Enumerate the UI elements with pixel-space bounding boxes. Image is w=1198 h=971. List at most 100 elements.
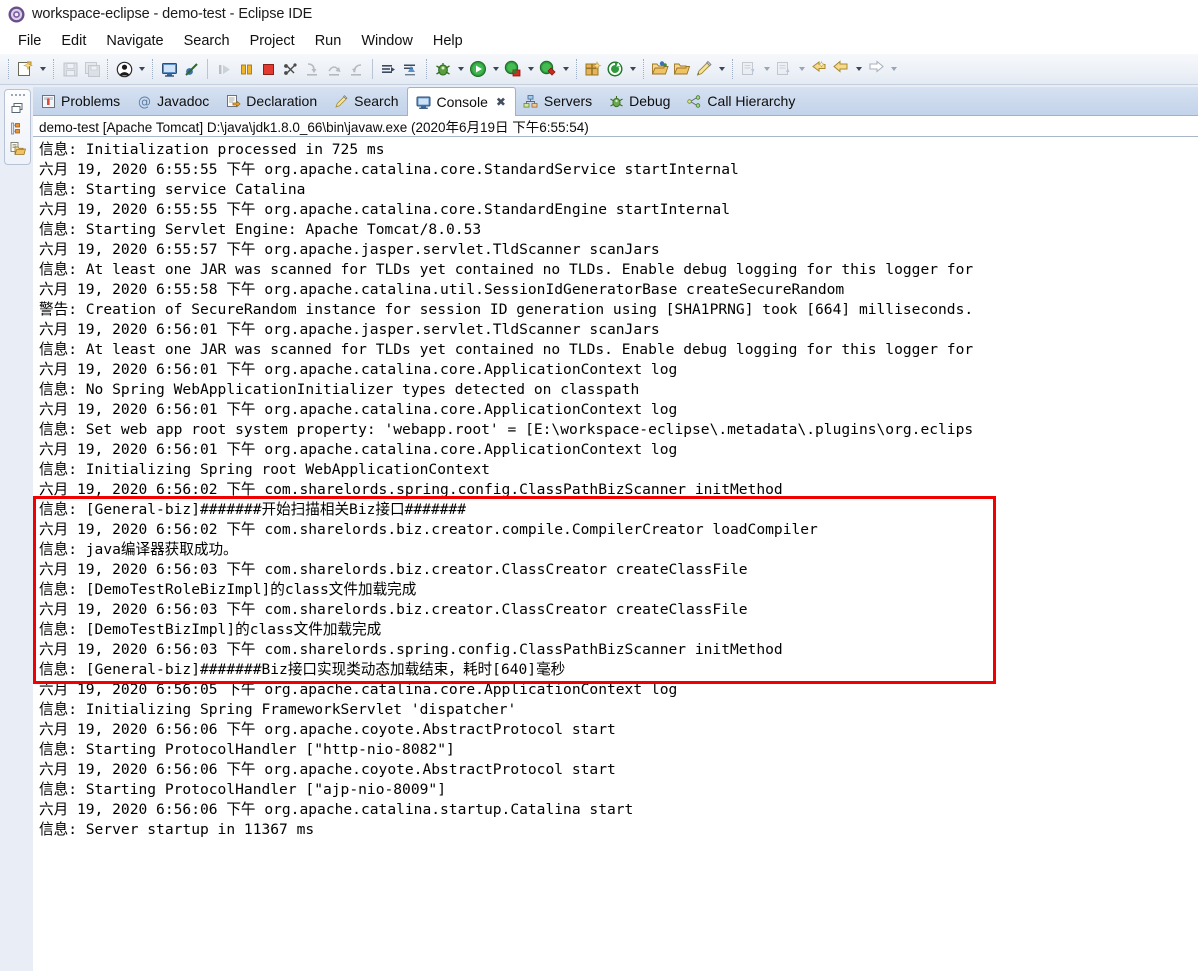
resume-button[interactable] bbox=[213, 58, 235, 80]
tab-console[interactable]: Console ✖ bbox=[407, 87, 516, 116]
tab-label: Search bbox=[354, 93, 399, 109]
toolbar-separator bbox=[372, 59, 373, 79]
toolbar-separator bbox=[152, 59, 154, 79]
menu-item-edit[interactable]: Edit bbox=[51, 31, 96, 51]
disconnect-button[interactable] bbox=[279, 58, 301, 80]
run-button[interactable] bbox=[467, 58, 489, 80]
tab-label: Declaration bbox=[246, 93, 318, 109]
console-line: 六月 19, 2020 6:56:02 下午 com.sharelords.bi… bbox=[39, 521, 818, 538]
package-explorer-icon[interactable] bbox=[7, 118, 28, 138]
console-line: 六月 19, 2020 6:56:03 下午 com.sharelords.sp… bbox=[39, 641, 783, 658]
menu-item-run[interactable]: Run bbox=[305, 31, 352, 51]
console-line: 信息: No Spring WebApplicationInitializer … bbox=[39, 381, 640, 398]
console-line: 六月 19, 2020 6:55:58 下午 org.apache.catali… bbox=[39, 281, 845, 298]
view-tab-bar: Problems @ Javadoc Declaration Search Co… bbox=[33, 87, 1198, 116]
close-icon[interactable]: ✖ bbox=[496, 96, 506, 108]
run-dropdown-arrow[interactable] bbox=[489, 58, 502, 80]
console-line: 六月 19, 2020 6:55:55 下午 org.apache.catali… bbox=[39, 161, 739, 178]
previous-annotation-button[interactable] bbox=[773, 58, 795, 80]
debug-dropdown-arrow[interactable] bbox=[454, 58, 467, 80]
tab-search[interactable]: Search bbox=[326, 87, 407, 115]
step-return-button[interactable] bbox=[345, 58, 367, 80]
menu-item-project[interactable]: Project bbox=[240, 31, 305, 51]
console-line: 六月 19, 2020 6:56:03 下午 com.sharelords.bi… bbox=[39, 561, 748, 578]
console-line: 信息: At least one JAR was scanned for TLD… bbox=[39, 261, 974, 278]
new-wizard-dropdown-arrow[interactable] bbox=[36, 58, 49, 80]
previous-annotation-dropdown-arrow[interactable] bbox=[795, 58, 808, 80]
external-tools-button[interactable] bbox=[537, 58, 559, 80]
toolbar-separator bbox=[207, 59, 208, 79]
menu-item-navigate[interactable]: Navigate bbox=[96, 31, 173, 51]
external-tools-dropdown-arrow[interactable] bbox=[559, 58, 572, 80]
eclipse-icon bbox=[8, 6, 25, 23]
title-bar: workspace-eclipse - demo-test - Eclipse … bbox=[0, 0, 1198, 28]
console-line: 六月 19, 2020 6:56:03 下午 com.sharelords.bi… bbox=[39, 601, 748, 618]
tab-declaration[interactable]: Declaration bbox=[218, 87, 326, 115]
toggle-user-dropdown-arrow[interactable] bbox=[135, 58, 148, 80]
next-annotation-button[interactable] bbox=[738, 58, 760, 80]
back-dropdown-arrow[interactable] bbox=[852, 58, 865, 80]
console-line: 信息: At least one JAR was scanned for TLD… bbox=[39, 341, 974, 358]
console-line: 信息: Initialization processed in 725 ms bbox=[39, 141, 385, 158]
tab-label: Problems bbox=[61, 93, 121, 109]
run-last-tool-button[interactable] bbox=[378, 58, 400, 80]
console-line: 六月 19, 2020 6:56:06 下午 org.apache.coyote… bbox=[39, 761, 616, 778]
save-all-button[interactable] bbox=[81, 58, 103, 80]
console-icon bbox=[415, 94, 431, 110]
tab-debug[interactable]: Debug bbox=[601, 87, 679, 115]
step-into-button[interactable] bbox=[301, 58, 323, 80]
skip-breakpoints-button[interactable] bbox=[180, 58, 202, 80]
svg-text:@: @ bbox=[138, 95, 151, 109]
step-over-button[interactable] bbox=[323, 58, 345, 80]
new-wizard-button[interactable] bbox=[14, 58, 36, 80]
toolbar-separator bbox=[426, 59, 428, 79]
console-process-header: demo-test [Apache Tomcat] D:\java\jdk1.8… bbox=[33, 116, 1198, 137]
next-annotation-dropdown-arrow[interactable] bbox=[760, 58, 773, 80]
console-line: 信息: [DemoTestBizImpl]的class文件加载完成 bbox=[39, 621, 382, 638]
tab-label: Debug bbox=[629, 93, 671, 109]
open-console-button[interactable] bbox=[158, 58, 180, 80]
tab-call-hierarchy[interactable]: Call Hierarchy bbox=[679, 87, 804, 115]
menu-item-file[interactable]: File bbox=[8, 31, 51, 51]
menu-item-help[interactable]: Help bbox=[423, 31, 473, 51]
tab-label: Servers bbox=[543, 93, 593, 109]
menu-bar: File Edit Navigate Search Project Run Wi… bbox=[0, 28, 1198, 54]
declaration-icon bbox=[225, 93, 241, 109]
forward-button[interactable] bbox=[865, 58, 887, 80]
refresh-button[interactable] bbox=[604, 58, 626, 80]
forward-dropdown-arrow[interactable] bbox=[887, 58, 900, 80]
suspend-button[interactable] bbox=[235, 58, 257, 80]
project-explorer-icon[interactable] bbox=[7, 138, 28, 158]
refresh-dropdown-arrow[interactable] bbox=[626, 58, 639, 80]
tab-javadoc[interactable]: @ Javadoc bbox=[129, 87, 218, 115]
console-line: 信息: [DemoTestRoleBizImpl]的class文件加载完成 bbox=[39, 581, 417, 598]
debug-icon bbox=[608, 93, 624, 109]
new-package-button[interactable] bbox=[582, 58, 604, 80]
drop-to-frame-button[interactable] bbox=[400, 58, 422, 80]
debug-button[interactable] bbox=[432, 58, 454, 80]
menu-item-window[interactable]: Window bbox=[351, 31, 423, 51]
last-edit-location-button[interactable] bbox=[808, 58, 830, 80]
console-line: 警告: Creation of SecureRandom instance fo… bbox=[39, 301, 974, 318]
console-line: 六月 19, 2020 6:56:06 下午 org.apache.coyote… bbox=[39, 721, 616, 738]
search-dropdown-arrow[interactable] bbox=[715, 58, 728, 80]
main-toolbar bbox=[0, 54, 1198, 85]
tab-servers[interactable]: Servers bbox=[516, 87, 601, 115]
open-type-button[interactable] bbox=[649, 58, 671, 80]
coverage-dropdown-arrow[interactable] bbox=[524, 58, 537, 80]
console-line: 六月 19, 2020 6:56:02 下午 com.sharelords.sp… bbox=[39, 481, 783, 498]
trim-stack-grip[interactable] bbox=[10, 92, 25, 97]
back-button[interactable] bbox=[830, 58, 852, 80]
restore-icon[interactable] bbox=[7, 98, 28, 118]
search-pencil-icon[interactable] bbox=[693, 58, 715, 80]
toggle-user-button[interactable] bbox=[113, 58, 135, 80]
terminate-button[interactable] bbox=[257, 58, 279, 80]
tab-problems[interactable]: Problems bbox=[33, 87, 129, 115]
console-output[interactable]: 信息: Initialization processed in 725 ms 六月… bbox=[33, 137, 1198, 971]
open-task-button[interactable] bbox=[671, 58, 693, 80]
coverage-button[interactable] bbox=[502, 58, 524, 80]
console-line: 信息: Starting Servlet Engine: Apache Tomc… bbox=[39, 221, 482, 238]
tab-label: Call Hierarchy bbox=[707, 93, 796, 109]
menu-item-search[interactable]: Search bbox=[174, 31, 240, 51]
save-button[interactable] bbox=[59, 58, 81, 80]
